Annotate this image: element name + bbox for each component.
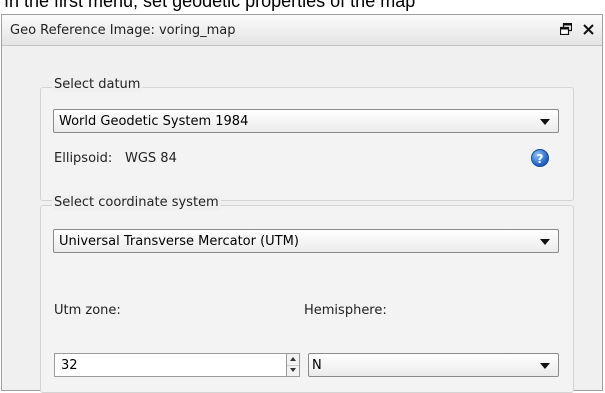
hemisphere-label: Hemisphere: xyxy=(304,303,387,318)
georeference-dialog: Geo Reference Image: voring_map Select d… xyxy=(1,14,603,393)
datum-select[interactable]: World Geodetic System 1984 xyxy=(53,109,559,133)
coordinate-system-group-label: Select coordinate system xyxy=(52,195,221,210)
caption-text: In the first menu, set geodetic properti… xyxy=(0,0,605,12)
datum-group xyxy=(40,87,574,201)
chevron-down-icon xyxy=(540,239,550,245)
hemisphere-select-value: N xyxy=(312,358,322,373)
utm-zone-input[interactable] xyxy=(54,353,287,377)
help-icon[interactable]: ? xyxy=(531,149,549,167)
utm-zone-label: Utm zone: xyxy=(54,303,121,318)
float-window-icon[interactable] xyxy=(558,21,574,38)
close-icon[interactable] xyxy=(580,21,596,38)
ellipsoid-label: Ellipsoid: xyxy=(54,151,113,166)
coordinate-system-select[interactable]: Universal Transverse Mercator (UTM) xyxy=(53,229,559,253)
chevron-down-icon xyxy=(540,119,550,125)
utm-zone-stepper[interactable] xyxy=(286,353,300,377)
chevron-down-icon xyxy=(540,363,550,369)
datum-select-value: World Geodetic System 1984 xyxy=(59,114,249,129)
ellipsoid-value: WGS 84 xyxy=(125,151,177,166)
hemisphere-select[interactable]: N xyxy=(308,353,559,377)
caption-label: In the first menu, set geodetic properti… xyxy=(4,0,416,11)
title-bar: Geo Reference Image: voring_map xyxy=(2,15,602,46)
spin-down-icon[interactable] xyxy=(287,365,299,376)
window-title: Geo Reference Image: voring_map xyxy=(10,23,236,38)
coordinate-system-select-value: Universal Transverse Mercator (UTM) xyxy=(59,234,299,249)
datum-group-label: Select datum xyxy=(52,77,143,92)
